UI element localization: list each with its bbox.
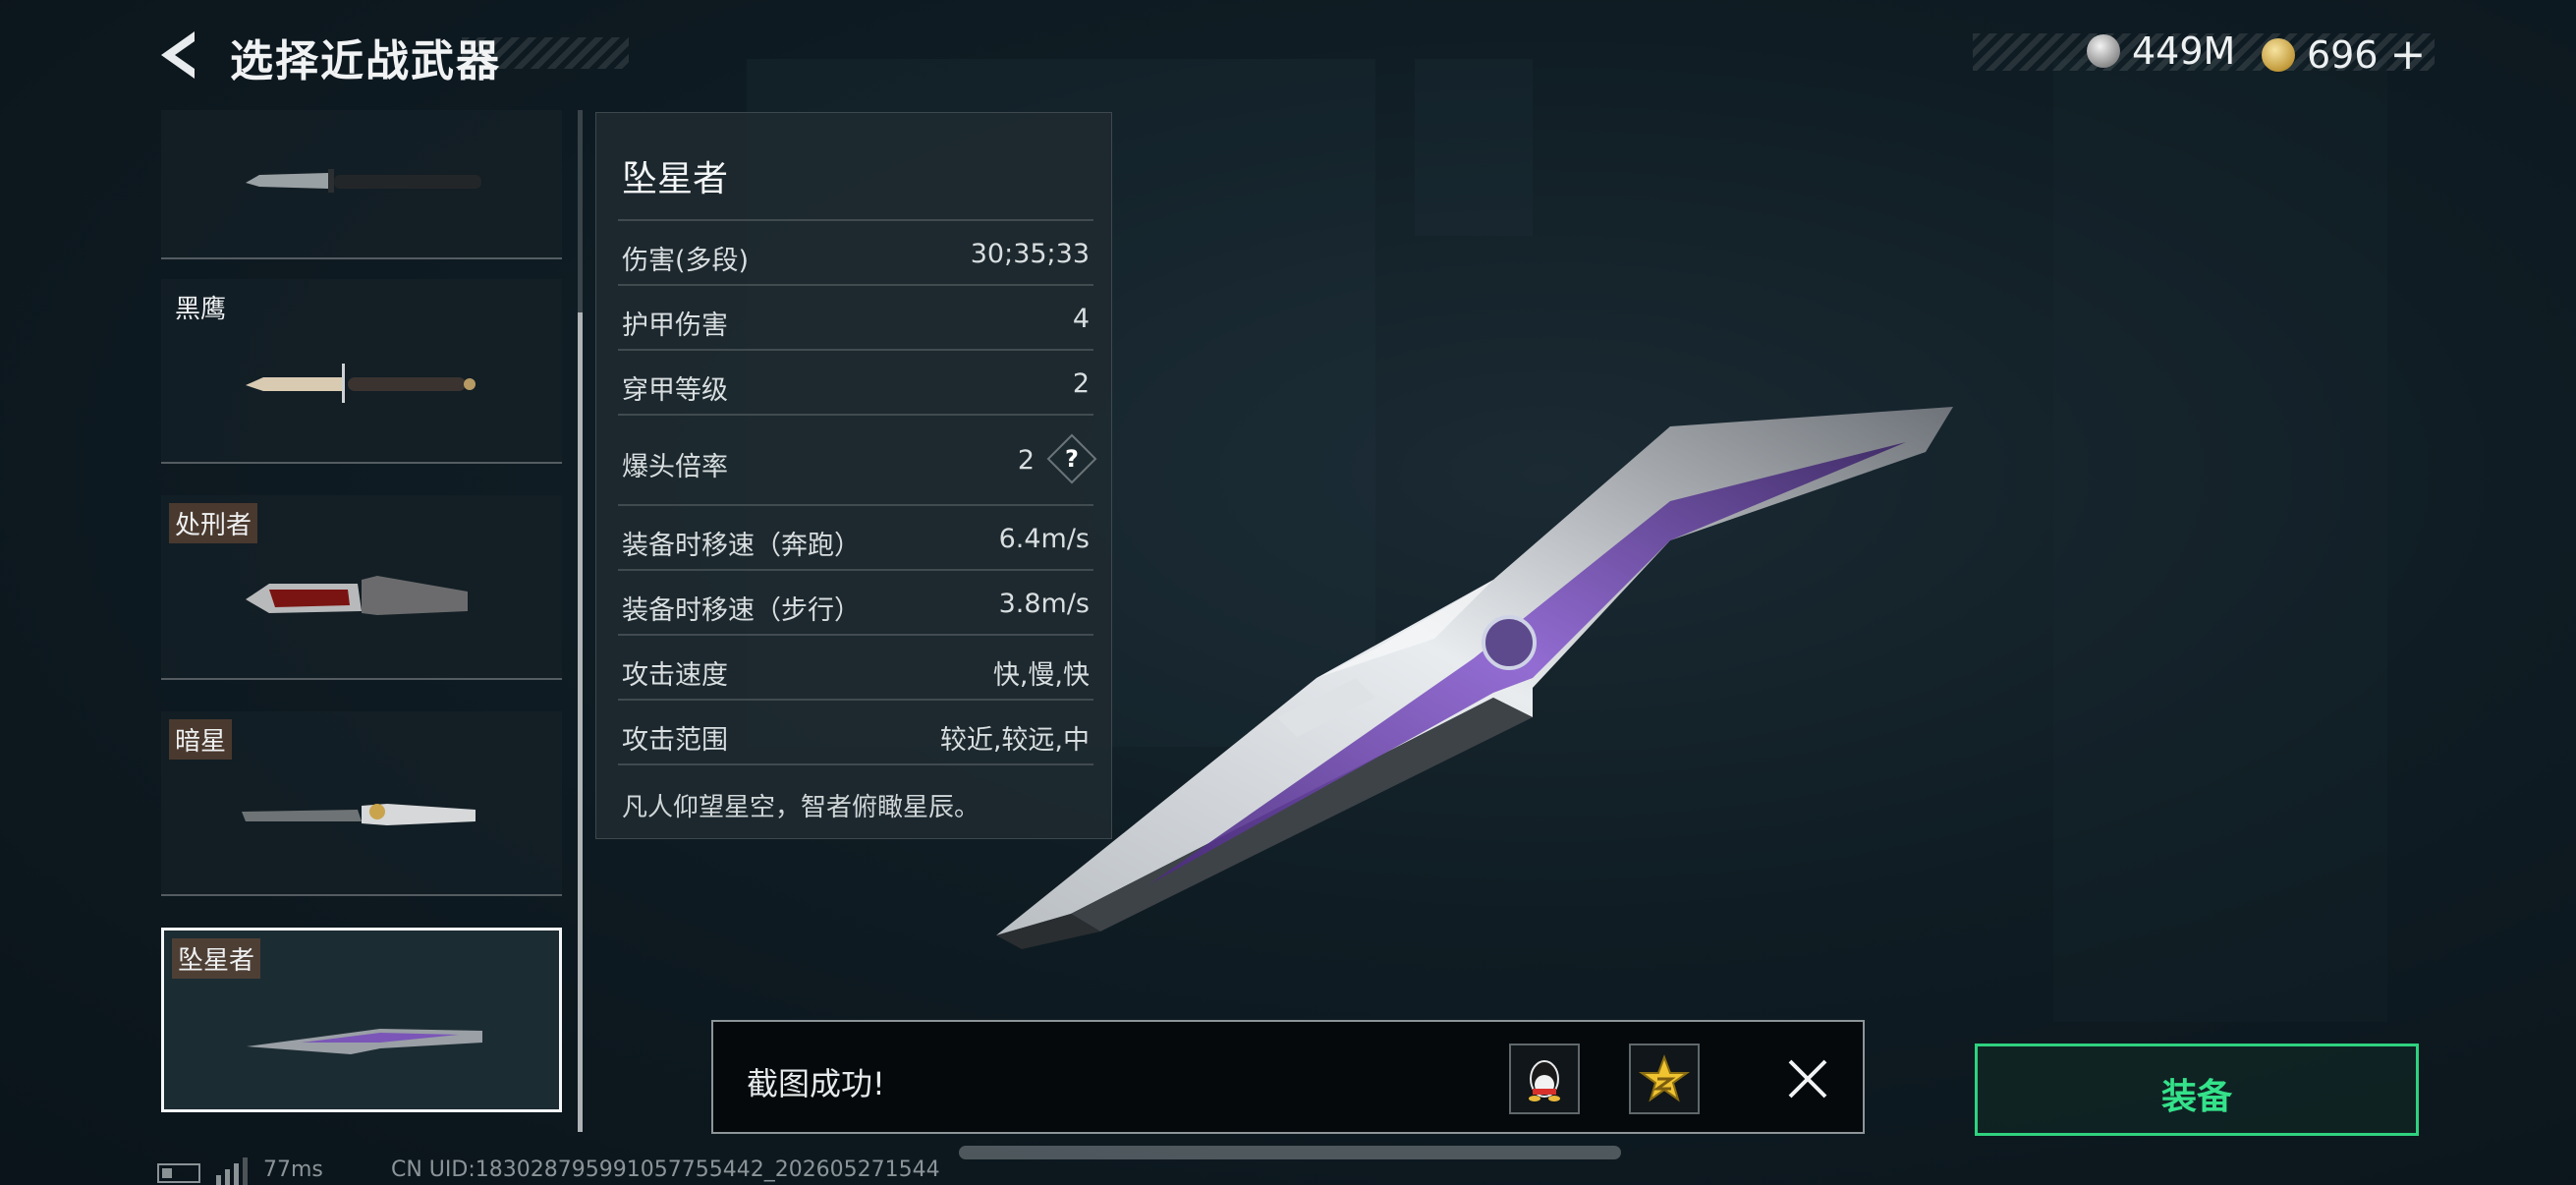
ping-readout: 77ms bbox=[263, 1157, 323, 1182]
add-currency-button[interactable]: + bbox=[2390, 29, 2427, 80]
zhuixingzhe-knife-icon bbox=[247, 1029, 482, 1054]
currency-silver: 449M bbox=[2087, 29, 2235, 73]
background-panel bbox=[2053, 59, 2387, 1022]
equip-button[interactable]: 装备 bbox=[1975, 1044, 2419, 1136]
stat-row-damage: 伤害(多段) 30;35;33 bbox=[618, 219, 1093, 286]
stat-label: 装备时移速（步行） bbox=[622, 595, 861, 626]
weapon-preview-knife[interactable] bbox=[982, 393, 1965, 963]
weapon-card-name: 暗星 bbox=[169, 719, 233, 760]
heiying-knife-icon bbox=[246, 364, 476, 403]
stat-value: 30;35;33 bbox=[970, 239, 1090, 269]
stat-label: 攻击范围 bbox=[622, 725, 728, 756]
qzone-star-icon bbox=[1638, 1054, 1691, 1102]
card-divider bbox=[161, 678, 562, 680]
stat-label: 穿甲等级 bbox=[622, 375, 728, 406]
combat-knife-icon bbox=[246, 169, 481, 193]
stat-label: 装备时移速（奔跑） bbox=[622, 531, 861, 561]
share-qq-button[interactable] bbox=[1509, 1044, 1580, 1114]
anxing-knife-icon bbox=[242, 804, 476, 825]
stat-label: 伤害(多段) bbox=[622, 246, 750, 276]
stat-value: 4 bbox=[1072, 304, 1090, 334]
weapon-list: 黑鹰 处刑者 暗星 坠星者 bbox=[161, 110, 562, 1117]
weapon-card-heiying[interactable]: 黑鹰 bbox=[161, 279, 562, 464]
stat-label: 爆头倍率 bbox=[622, 452, 728, 482]
weapon-card-executioner[interactable]: 处刑者 bbox=[161, 495, 562, 680]
background-panel bbox=[1415, 59, 1533, 236]
user-uid: CN UID:183028795991057755442_20260527154… bbox=[391, 1157, 940, 1182]
stat-row-armor-damage: 护甲伤害 4 bbox=[618, 284, 1093, 351]
share-qzone-button[interactable] bbox=[1629, 1044, 1700, 1114]
weapon-card-zhuixingzhe[interactable]: 坠星者 bbox=[161, 928, 562, 1112]
screenshot-toast: 截图成功! bbox=[711, 1020, 1865, 1134]
home-indicator[interactable] bbox=[959, 1146, 1621, 1159]
weapon-name: 坠星者 bbox=[622, 159, 729, 199]
gold-coin-icon bbox=[2262, 37, 2295, 72]
card-divider bbox=[161, 894, 562, 896]
card-divider bbox=[161, 257, 562, 259]
weapon-card-anxing[interactable]: 暗星 bbox=[161, 711, 562, 896]
card-divider bbox=[161, 462, 562, 464]
currency-gold: 696 + bbox=[2262, 29, 2426, 80]
silver-coin-icon bbox=[2087, 34, 2120, 68]
close-icon[interactable] bbox=[1784, 1055, 1831, 1102]
battery-icon bbox=[157, 1163, 200, 1183]
page-title: 选择近战武器 bbox=[230, 36, 501, 86]
qq-icon bbox=[1529, 1060, 1560, 1101]
executioner-knife-icon bbox=[246, 576, 468, 615]
silver-amount: 449M bbox=[2132, 29, 2236, 73]
stat-label: 护甲伤害 bbox=[622, 310, 728, 341]
gold-amount: 696 bbox=[2307, 32, 2379, 77]
signal-icon bbox=[216, 1157, 248, 1185]
stat-label: 攻击速度 bbox=[622, 660, 728, 691]
toast-message: 截图成功! bbox=[747, 1065, 885, 1102]
list-scrollbar-thumb[interactable] bbox=[578, 312, 583, 1132]
weapon-card-combat-knife[interactable] bbox=[161, 110, 562, 259]
equip-button-label: 装备 bbox=[2160, 1077, 2232, 1117]
title-decoration bbox=[462, 37, 629, 69]
weapon-card-name: 黑鹰 bbox=[175, 295, 227, 324]
back-arrow-icon[interactable] bbox=[155, 28, 204, 83]
weapon-description: 凡人仰望星空，智者俯瞰星辰。 bbox=[622, 793, 980, 822]
